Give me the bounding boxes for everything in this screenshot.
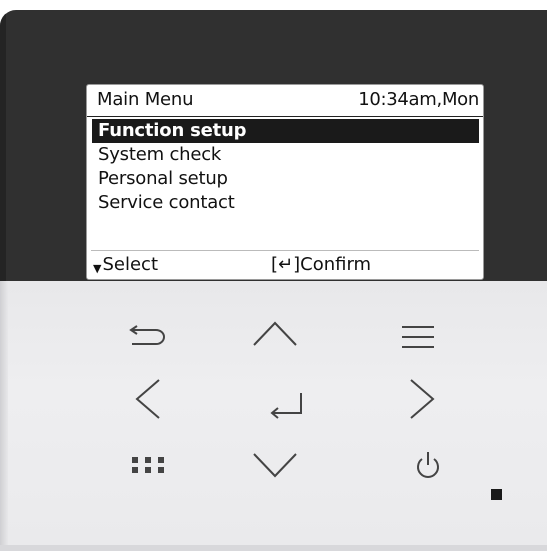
menu-item-system-check[interactable]: System check <box>92 143 479 167</box>
down-button[interactable] <box>245 440 305 490</box>
chevron-right-icon <box>410 379 435 419</box>
keypad-bottom-edge <box>0 545 547 551</box>
screen-header: Main Menu 10:34am,Mon <box>87 85 483 117</box>
menu-button[interactable] <box>388 312 448 362</box>
menu-item-label: Function setup <box>98 120 247 141</box>
chevron-down-icon <box>253 453 297 478</box>
enter-return-icon <box>270 393 302 419</box>
back-arrow-icon <box>129 325 165 345</box>
menu-item-label: Service contact <box>98 192 235 213</box>
up-button[interactable] <box>245 309 305 359</box>
menu-lines-icon <box>402 326 434 348</box>
scroll-down-arrow-icon: ▼ <box>93 262 102 275</box>
menu-item-label: System check <box>98 144 222 165</box>
confirm-hint: [↵]Confirm <box>271 254 372 275</box>
status-indicator-led <box>491 489 502 500</box>
select-hint-label: Select <box>102 254 158 275</box>
clock-readout: 10:34am,Mon <box>358 89 479 110</box>
menu-item-personal-setup[interactable]: Personal setup <box>92 167 479 191</box>
power-button[interactable] <box>398 440 458 490</box>
footer-divider <box>91 250 479 251</box>
enter-button[interactable] <box>257 380 317 430</box>
page-title: Main Menu <box>97 89 194 110</box>
menu-item-function-setup[interactable]: Function setup <box>92 119 479 143</box>
back-button[interactable] <box>118 312 178 362</box>
power-icon <box>417 452 439 478</box>
chevron-up-icon <box>253 321 297 346</box>
keypad-left-edge <box>0 281 8 551</box>
chevron-left-icon <box>135 379 160 419</box>
menu-item-service-contact[interactable]: Service contact <box>92 191 479 215</box>
menu-item-label: Personal setup <box>98 168 228 189</box>
dot-grid-icon <box>132 457 164 473</box>
select-hint: ▼Select <box>93 252 158 282</box>
lcd-screen: Main Menu 10:34am,Mon Function setup Sys… <box>86 84 484 280</box>
left-button[interactable] <box>118 374 178 424</box>
screen-footer: ▼Select [↵]Confirm <box>87 252 483 278</box>
main-menu-list: Function setup System check Personal set… <box>87 119 483 215</box>
right-button[interactable] <box>392 374 452 424</box>
grid-button[interactable] <box>118 440 178 490</box>
